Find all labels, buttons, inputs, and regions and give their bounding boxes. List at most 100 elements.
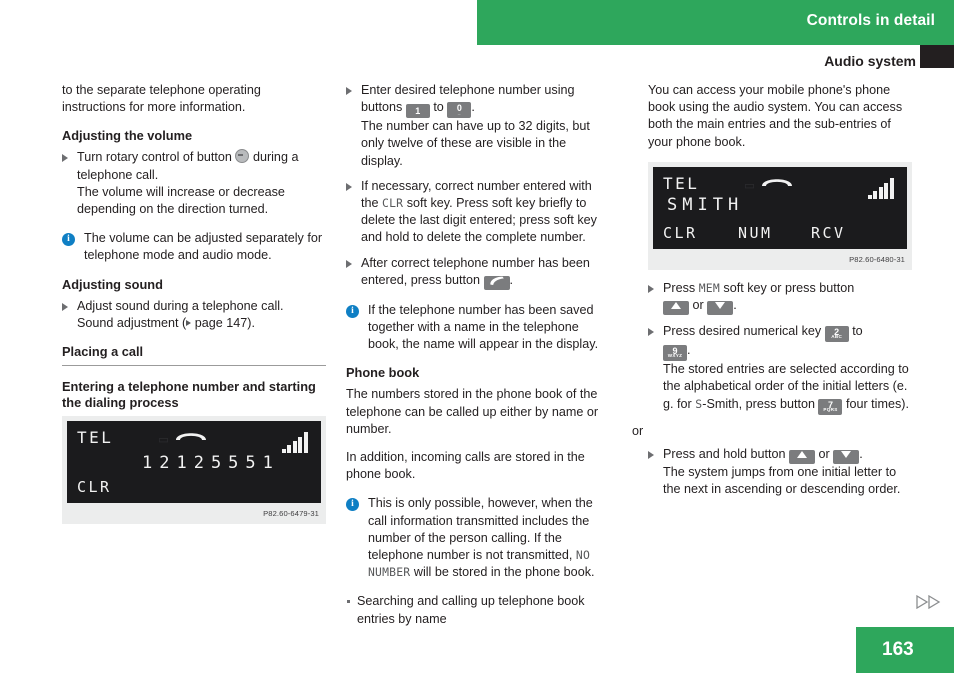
lcd-softkey-clr: CLR — [663, 223, 698, 242]
triangle-up-icon — [671, 302, 681, 310]
key-9[interactable]: 9 WXYZ — [663, 345, 687, 362]
signal-strength-icon — [281, 431, 308, 454]
lcd-number: 12125551 — [142, 453, 280, 474]
page-number-box: 163 — [856, 627, 954, 673]
note-text-cont: will be stored in the phone book. — [413, 565, 595, 580]
key-0[interactable]: 0 _ — [447, 102, 472, 119]
phone-book-paragraph-2: In addition, incoming calls are stored i… — [346, 450, 585, 482]
note-volume: i The volume can be adjusted separately … — [62, 230, 326, 264]
softkey-mem-label: MEM — [698, 281, 720, 296]
triangle-bullet-icon — [648, 285, 654, 294]
triangle-down-icon — [715, 302, 726, 310]
chapter-header-bar: Controls in detail — [477, 0, 954, 45]
triangle-bullet-icon — [648, 328, 654, 337]
key-7[interactable]: 7 PQRS — [818, 398, 843, 415]
triangle-up-icon — [797, 450, 808, 458]
step-text-detail-post: four times). — [845, 396, 909, 411]
step-text-ref-pre: Sound adjustment ( — [77, 315, 187, 330]
intro-paragraph: to the separate telephone operating inst… — [62, 83, 261, 115]
step-text-to: to — [852, 324, 863, 339]
step-text: Press and hold button — [663, 446, 786, 461]
triangle-bullet-icon — [346, 259, 352, 268]
step-press-numeric-key: Press desired numerical key 2 ABC to 9 WXY… — [648, 323, 912, 415]
step-text: Press desired numerical key — [663, 324, 822, 339]
phone-book-paragraph-1: The numbers stored in the phone book of … — [346, 387, 599, 436]
lcd-ghost-segments: ▭ — [159, 430, 170, 449]
step-press-mem: Press MEM soft key or press button or . — [648, 280, 912, 316]
key-0-sublabel: _ — [457, 110, 461, 116]
step-punct: . — [687, 343, 691, 358]
step-text: Press — [663, 281, 696, 296]
step-text-detail: The number can have up to 32 digits, but… — [361, 119, 590, 168]
step-text: Adjust sound during a telephone call. — [77, 298, 284, 313]
step-enter-number: Enter desired telephone number using but… — [346, 82, 610, 170]
triangle-down-icon — [841, 450, 852, 458]
step-punct: . — [859, 446, 863, 461]
key-1[interactable]: 1 — [405, 104, 430, 119]
bullet-text: Searching and calling up telephone book … — [357, 594, 585, 626]
column-left: to the separate telephone operating inst… — [62, 82, 326, 534]
info-icon: i — [346, 304, 359, 318]
step-text-or: or — [692, 298, 704, 313]
right-paragraph-1: You can access your mobile phone's phone… — [648, 83, 903, 149]
key-1-label: 1 — [415, 106, 421, 117]
signal-strength-icon — [867, 177, 894, 199]
section-thumb-tab — [920, 45, 954, 68]
step-correct-number: If necessary, correct number entered wit… — [346, 178, 610, 247]
triangle-bullet-icon — [62, 302, 68, 311]
lcd-frame: TEL ▭ 12125551 CLR P82.60-6479-31 — [62, 416, 326, 525]
or-connector: or — [632, 423, 644, 438]
step-turn-rotary: Turn rotary control of button during a t… — [62, 149, 326, 218]
info-icon: i — [62, 233, 75, 247]
figure-caption: P82.60-6479-31 — [263, 509, 319, 519]
rotary-knob-icon — [235, 149, 250, 164]
handset-icon — [489, 276, 504, 285]
step-text-detail: The volume will increase or decrease dep… — [77, 184, 285, 217]
note-text: This is only possible, however, when the… — [368, 496, 593, 563]
figure-caption: P82.60-6480-31 — [849, 254, 905, 264]
lcd-softkey-num: NUM — [738, 223, 773, 242]
key-down-arrow[interactable] — [833, 449, 860, 464]
step-text-detail: The system jumps from one initial letter… — [663, 464, 901, 497]
step-text-ref-post: page 147). — [194, 315, 255, 330]
step-punct: . — [509, 272, 514, 287]
handset-icon — [176, 433, 206, 441]
step-text: After correct telephone number has been … — [361, 255, 590, 287]
step-text-detail-mid: -Smith, press button — [702, 396, 815, 411]
heading-placing-a-call: Placing a call — [62, 344, 326, 367]
handset-icon — [762, 179, 792, 186]
step-press-call-button: After correct telephone number has been … — [346, 255, 610, 290]
call-button-key[interactable] — [483, 275, 510, 290]
step-text-cont: soft key or press button — [723, 281, 855, 296]
note-text: If the telephone number has been saved t… — [368, 302, 599, 352]
step-press-hold-arrow: Press and hold button or . The system ju… — [648, 446, 912, 498]
column-right: You can access your mobile phone's phone… — [632, 82, 912, 506]
lcd-screen: TEL ▭ SMITH CLR NUM RCV — [653, 166, 907, 249]
key-down-arrow[interactable] — [707, 301, 734, 316]
lcd-softkey-rcv: RCV — [811, 223, 846, 242]
lcd-ghost-segments: ▭ — [745, 175, 757, 194]
heading-adjusting-volume: Adjusting the volume — [62, 128, 193, 144]
key-7-sublabel: PQRS — [823, 406, 838, 412]
lcd-mode-label: TEL — [663, 173, 700, 193]
heading-phone-book: Phone book — [346, 365, 420, 381]
step-text: Turn rotary control of button — [77, 150, 232, 165]
heading-entering-number: Entering a telephone number and starting… — [62, 379, 316, 411]
softkey-clr-label: CLR — [382, 196, 404, 211]
step-text-or: or — [818, 446, 830, 461]
note-text: The volume can be adjusted separately fo… — [84, 231, 323, 263]
triangle-bullet-icon — [346, 87, 352, 95]
key-2[interactable]: 2 ABC — [824, 326, 849, 343]
lcd-frame: TEL ▭ SMITH CLR NUM RCV P82.60-6480-31 — [648, 161, 912, 271]
key-up-arrow[interactable] — [789, 449, 816, 464]
key-2-sublabel: ABC — [831, 334, 843, 340]
lcd-screen: TEL ▭ 12125551 CLR — [67, 421, 321, 504]
key-up-arrow[interactable] — [663, 301, 689, 316]
chapter-title: Controls in detail — [806, 12, 935, 29]
key-9-sublabel: WXYZ — [667, 353, 683, 359]
info-icon: i — [346, 498, 359, 512]
note-caller-id: i This is only possible, however, when t… — [346, 495, 610, 581]
triangle-bullet-icon — [648, 450, 654, 459]
column-middle: Enter desired telephone number using but… — [346, 82, 610, 636]
lcd-mode-label: TEL — [77, 428, 114, 448]
